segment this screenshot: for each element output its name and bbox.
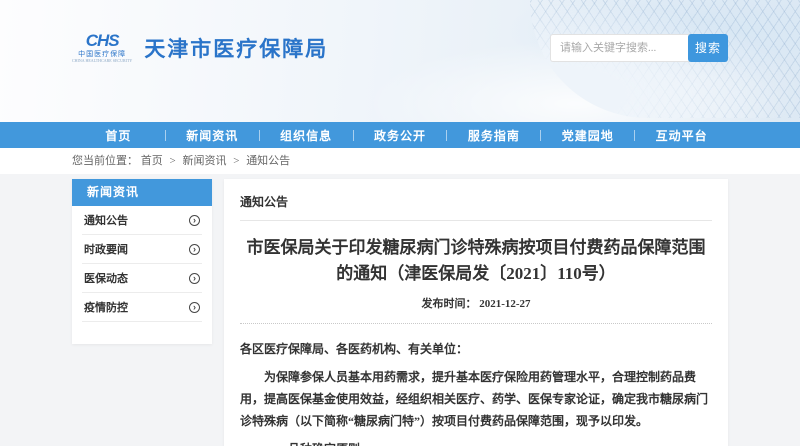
sidebar-item-insurance-news[interactable]: 医保动态 › [82,264,202,293]
article-panel: 通知公告 市医保局关于印发糖尿病门诊特殊病按项目付费药品保障范围的通知（津医保局… [224,179,728,446]
breadcrumb-separator: > [169,155,176,167]
publish-time: 发布时间： 2021-12-27 [240,295,712,311]
article-paragraph: 为保障参保人员基本用药需求，提升基本医疗保险用药管理水平，合理控制药品费用，提高… [240,370,709,428]
main-navigation: 首页 新闻资讯 组织信息 政务公开 服务指南 党建园地 互动平台 [0,122,800,148]
site-logo[interactable]: CHS 中国医疗保障 CHINA HEALTHCARE SECURITY 天津市… [72,32,328,63]
search-bar: 搜索 [550,33,728,62]
sidebar-title: 新闻资讯 [72,179,212,206]
nav-item-organization[interactable]: 组织信息 [260,127,353,144]
section-title: 通知公告 [240,191,712,221]
chs-logo-cn-text: 中国医疗保障 [78,50,127,58]
sidebar-item-label: 疫情防控 [84,302,128,314]
article-title: 市医保局关于印发糖尿病门诊特殊病按项目付费药品保障范围的通知（津医保局发〔202… [246,238,706,283]
chs-logo-en-text: CHINA HEALTHCARE SECURITY [72,58,133,63]
sidebar-item-label: 通知公告 [84,215,128,227]
breadcrumb-separator: > [233,155,240,167]
breadcrumb-bar: 您当前位置： 首页 > 新闻资讯 > 通知公告 [0,148,800,174]
chs-logo: CHS 中国医疗保障 CHINA HEALTHCARE SECURITY [72,32,132,63]
sidebar-item-label: 医保动态 [84,273,128,285]
breadcrumb-link-home[interactable]: 首页 [141,155,163,167]
sidebar-item-politics-news[interactable]: 时政要闻 › [82,235,202,264]
site-title: 天津市医疗保障局 [144,36,329,61]
site-header: CHS 中国医疗保障 CHINA HEALTHCARE SECURITY 天津市… [0,0,800,122]
breadcrumb-link-notices[interactable]: 通知公告 [246,155,290,167]
arrow-circle-icon: › [189,301,200,313]
dotted-divider [240,323,712,324]
sidebar-item-notices[interactable]: 通知公告 › [82,206,202,235]
breadcrumb-link-news[interactable]: 新闻资讯 [182,155,226,167]
sidebar-item-epidemic-prevention[interactable]: 疫情防控 › [82,293,202,322]
search-input[interactable] [550,33,690,62]
arrow-circle-icon: › [189,272,200,284]
nav-item-party-building[interactable]: 党建园地 [541,127,634,144]
sidebar-news-menu: 新闻资讯 通知公告 › 时政要闻 › 医保动态 › 疫情防控 › [72,179,212,344]
nav-item-service-guide[interactable]: 服务指南 [447,127,540,144]
publish-time-label: 发布时间： [421,298,477,310]
sidebar-item-label: 时政要闻 [84,244,128,256]
arrow-circle-icon: › [189,214,200,226]
article-heading-1: 一、品种确定原则 [240,438,712,446]
breadcrumb-label: 您当前位置： [72,155,138,167]
nav-item-home[interactable]: 首页 [72,127,165,144]
chs-logo-acronym: CHS [85,31,120,50]
nav-item-interaction[interactable]: 互动平台 [635,127,728,144]
nav-item-gov-affairs[interactable]: 政务公开 [354,127,447,144]
search-button[interactable]: 搜索 [688,33,728,62]
publish-time-value: 2021-12-27 [479,298,531,310]
nav-item-news[interactable]: 新闻资讯 [166,127,259,144]
main-area: 新闻资讯 通知公告 › 时政要闻 › 医保动态 › 疫情防控 › 通知公告 市医… [72,179,728,446]
article-salutation: 各区医疗保障局、各医药机构、有关单位： [240,342,469,356]
breadcrumb: 您当前位置： 首页 > 新闻资讯 > 通知公告 [72,148,728,174]
arrow-circle-icon: › [189,243,200,255]
